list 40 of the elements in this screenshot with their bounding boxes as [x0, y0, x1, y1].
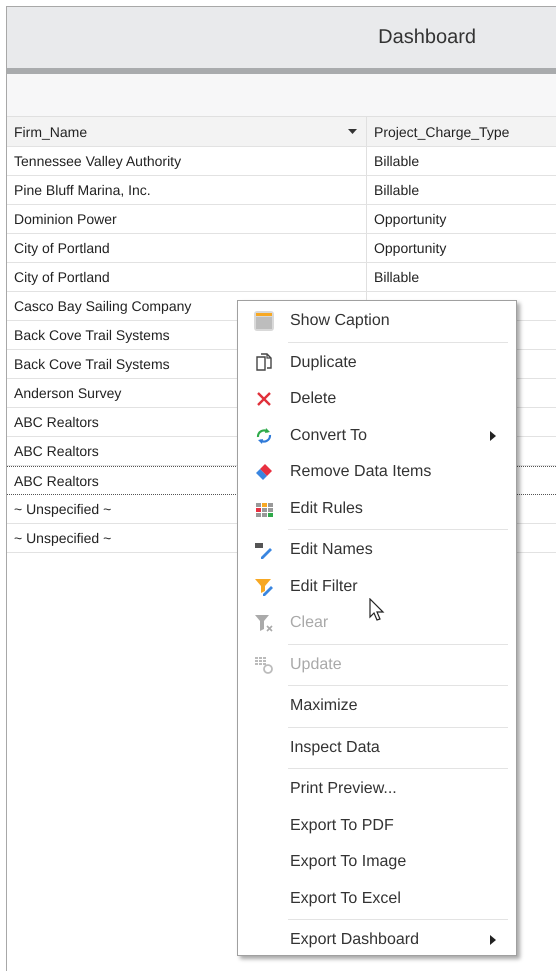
menu-item[interactable]: Edit Filter [238, 568, 516, 605]
table-cell: Opportunity [374, 240, 446, 256]
column-header[interactable]: Firm_Name [7, 117, 367, 146]
table-cell: Pine Bluff Marina, Inc. [14, 182, 151, 198]
table-cell: ABC Realtors [14, 414, 99, 430]
table-cell: Casco Bay Sailing Company [14, 298, 192, 314]
mouse-cursor-icon [369, 598, 385, 622]
table-cell: Dominion Power [14, 211, 117, 227]
menu-item[interactable]: Show Caption [238, 303, 516, 344]
table-cell: Back Cove Trail Systems [14, 356, 170, 372]
table-cell: Back Cove Trail Systems [14, 327, 170, 343]
table-cell: Billable [374, 153, 420, 169]
window-title: Dashboard [378, 26, 476, 49]
menu-item[interactable]: Export To Image [238, 844, 516, 880]
menu-item[interactable]: Export To Excel [238, 880, 516, 922]
menu-item[interactable]: Print Preview... [238, 771, 516, 808]
table-cell: Tennessee Valley Authority [14, 153, 182, 169]
menu-item[interactable]: Edit Rules [238, 490, 516, 532]
caption-icon [253, 310, 275, 332]
menu-item[interactable]: Maximize [238, 688, 516, 730]
table-cell: City of Portland [14, 269, 110, 285]
menu-item[interactable]: Convert To [238, 418, 516, 454]
menu-item[interactable]: Export To PDF [238, 808, 516, 844]
menu-item[interactable]: Delete [238, 381, 516, 418]
menu-item[interactable]: Edit Names [238, 532, 516, 568]
menu-item[interactable]: Export Dashboard [238, 922, 516, 958]
column-header[interactable]: Project_Charge_Type [367, 117, 556, 146]
table-cell: Opportunity [374, 211, 446, 227]
funnel-clear-icon [253, 612, 275, 634]
table-cell: City of Portland [14, 240, 110, 256]
table-cell: Anderson Survey [14, 385, 122, 401]
menu-item[interactable]: Inspect Data [238, 730, 516, 771]
table-cell: Billable [374, 182, 420, 198]
menu-item[interactable]: Remove Data Items [238, 454, 516, 490]
table-cell: ABC Realtors [14, 472, 99, 488]
table-cell: ~ Unspecified ~ [14, 530, 112, 546]
table-cell: ABC Realtors [14, 443, 99, 459]
menu-item[interactable]: Duplicate [238, 344, 516, 381]
table-cell: ~ Unspecified ~ [14, 501, 112, 517]
table-cell: Billable [374, 269, 420, 285]
